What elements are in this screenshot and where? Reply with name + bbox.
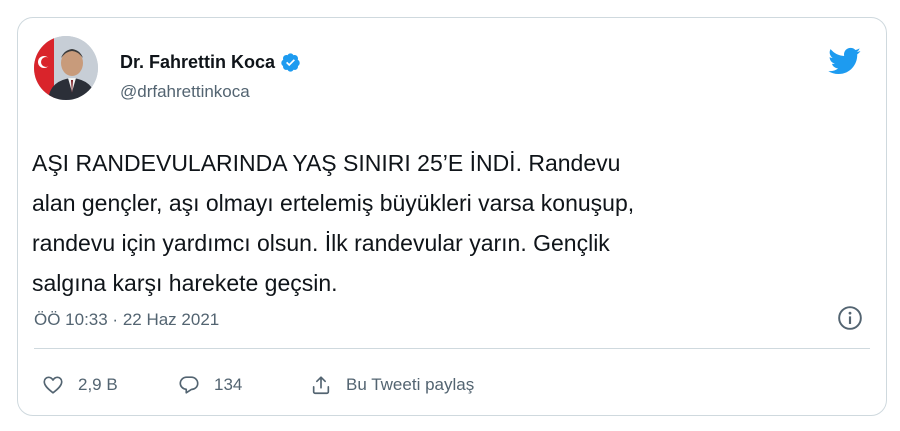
author-handle[interactable]: @drfahrettinkoca	[120, 82, 250, 102]
reply-button[interactable]: 134	[178, 374, 310, 396]
tweet-text: AŞI RANDEVULARINDA YAŞ SINIRI 25’E İNDİ.…	[32, 150, 635, 296]
like-button[interactable]: 2,9 B	[42, 374, 178, 396]
twitter-bird-icon[interactable]	[824, 44, 864, 78]
share-label: Bu Tweeti paylaş	[346, 375, 475, 394]
tweet-actions: 2,9 B 134 Bu Tweeti paylaş	[42, 374, 474, 396]
tweet-card[interactable]: Dr. Fahrettin Koca @drfahrettinkoca AŞI …	[17, 17, 887, 416]
tweet-timestamp[interactable]: ÖÖ 10:33 · 22 Haz 2021	[34, 310, 219, 330]
author-display-name[interactable]: Dr. Fahrettin Koca	[120, 52, 275, 73]
author-name-row[interactable]: Dr. Fahrettin Koca	[120, 52, 301, 73]
divider	[34, 348, 870, 349]
speech-bubble-icon	[179, 376, 199, 394]
share-icon	[312, 376, 330, 395]
verified-badge-icon	[281, 53, 300, 72]
share-button[interactable]: Bu Tweeti paylaş	[310, 374, 474, 396]
heart-icon	[43, 376, 63, 394]
like-count: 2,9 B	[78, 375, 118, 394]
avatar[interactable]	[34, 36, 98, 100]
reply-count: 134	[214, 375, 243, 394]
info-icon[interactable]	[837, 305, 863, 331]
